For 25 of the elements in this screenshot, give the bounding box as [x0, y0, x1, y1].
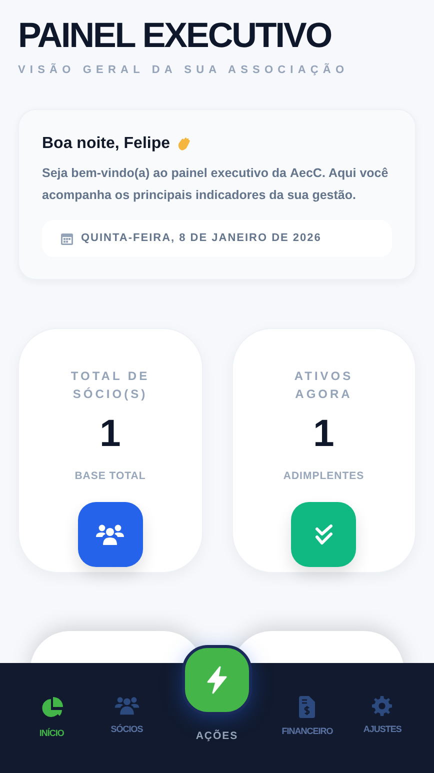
nav-tab[interactable]: SÓCIOS: [89, 663, 164, 736]
pie-chart-icon: [40, 696, 64, 720]
nav-tab[interactable]: FINANCEIRO: [270, 663, 345, 738]
stat-value: 1: [100, 412, 121, 456]
date-text: QUINTA-FEIRA, 8 DE JANEIRO DE 2026: [81, 230, 322, 246]
nav-tab[interactable]: INÍCIO: [14, 663, 90, 740]
calendar-icon: [61, 232, 73, 244]
people-icon: [114, 696, 140, 716]
nav-tab[interactable]: AJUSTES: [344, 663, 420, 736]
page-subtitle: VISÃO GERAL DA SUA ASSOCIAÇÃO: [18, 62, 350, 78]
stat-caption: ADIMPLENTES: [283, 468, 364, 484]
stat-value: 1: [313, 412, 334, 456]
people-icon: [95, 524, 126, 546]
quick-action-button[interactable]: [182, 645, 252, 715]
action-tab[interactable]: AÇÕES: [164, 645, 270, 745]
stat-caption: BASE TOTAL: [74, 468, 146, 484]
welcome-message: Seja bem-vindo(a) ao painel executivo da AecC. Aqui você acompanha os principais indicadores da sua gestão.: [42, 164, 390, 204]
lightning-icon: [206, 666, 228, 694]
stat-label: ATIVOS AGORA: [293, 368, 354, 402]
greeting: Boa noite, Felipe: [42, 134, 170, 154]
stat-label: TOTAL DE SÓCIO(S): [70, 368, 151, 402]
double-check-icon: [314, 524, 334, 546]
settings-icon: [372, 696, 392, 716]
invoice-icon: [299, 696, 316, 718]
page-title: PAINEL EXECUTIVO: [18, 15, 332, 57]
